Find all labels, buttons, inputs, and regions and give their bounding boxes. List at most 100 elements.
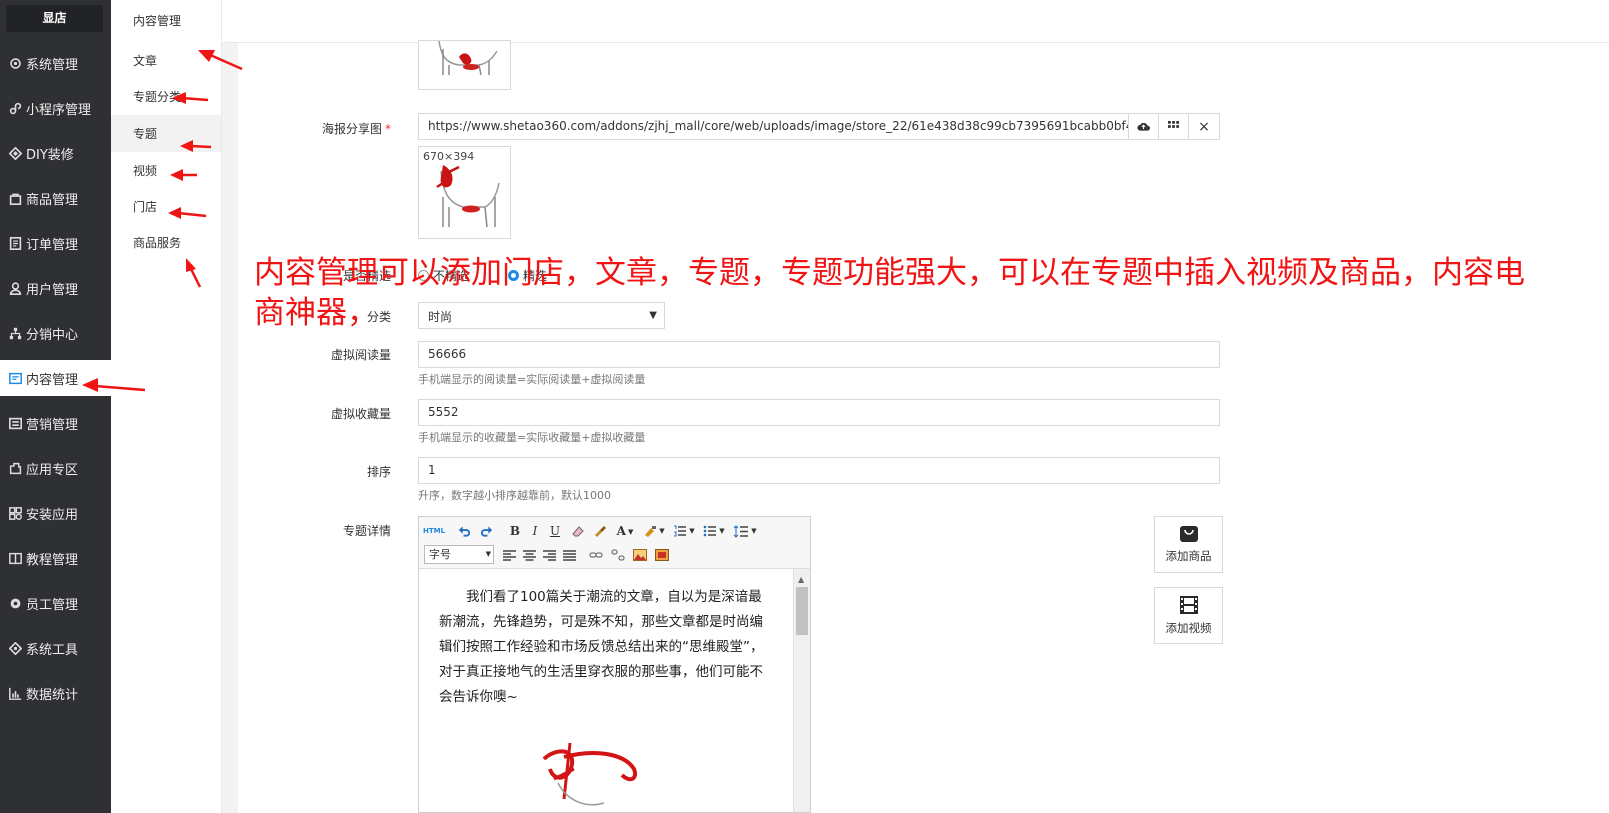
sidebar-item-marketing[interactable]: 营销管理 [0,405,111,441]
brand-logo[interactable]: 显店 [6,5,103,32]
editor-toolbar: HTML B I U A ▼ ▼ ▼ ▼ ▼ 字号 ▼ [419,517,810,569]
gear-icon [8,56,22,70]
sidebar-item-label: 用户管理 [26,282,79,298]
content-gutter [222,43,238,813]
cloud-upload-icon [1137,122,1150,131]
add-video-button[interactable]: 添加视频 [1154,587,1223,644]
previous-image-thumbnail[interactable] [418,40,511,90]
image-icon [633,549,647,561]
sort-input[interactable]: 1 [418,457,1220,484]
html-source-button[interactable]: HTML [423,522,445,540]
align-right-icon [542,549,556,561]
grid-icon [1168,121,1179,128]
sidebar-item-label: 数据统计 [26,687,79,703]
scrollbar-thumb[interactable] [796,587,808,635]
caret-down-icon: ▼ [719,527,725,535]
insert-image-button[interactable] [631,546,649,564]
sidebar-item-diy[interactable]: DIY装修 [0,135,111,171]
sidebar-item-content[interactable]: 内容管理 [0,360,111,396]
format-painter-button[interactable] [591,522,609,540]
network-icon [8,326,22,340]
sidebar-item-stats[interactable]: 数据统计 [0,675,111,711]
poster-thumbnail[interactable]: 670×394 [418,146,511,239]
shoe-image [438,41,498,76]
tools-icon [8,641,22,655]
bag-icon [8,191,22,205]
italic-button[interactable]: I [527,522,543,540]
undo-button[interactable] [455,522,473,540]
add-goods-button[interactable]: 添加商品 [1154,516,1223,573]
insert-link-button[interactable] [587,546,605,564]
clear-button[interactable]: × [1188,113,1220,140]
sidebar-item-staff[interactable]: 员工管理 [0,585,111,621]
category-label: 分类 [366,310,391,324]
sidebar-item-label: DIY装修 [26,147,74,163]
line-height-button[interactable]: ▼ [731,522,759,540]
caret-down-icon: ▼ [751,527,757,535]
unordered-list-button[interactable]: ▼ [701,522,727,540]
radio-option-featured[interactable]: 精选 [508,267,547,284]
sidebar-item-goods[interactable]: 商品管理 [0,180,111,216]
sort-label: 排序 [366,465,391,479]
select-from-library-button[interactable] [1158,113,1189,140]
main-sidebar: 显店 系统管理 小程序管理 DIY装修 商品管理 订单管理 用户管理 分销中心 … [0,0,111,813]
sidebar-item-install[interactable]: 安装应用 [0,495,111,531]
align-center-button[interactable] [521,546,537,564]
underline-button[interactable]: U [547,522,563,540]
radio-option-not-featured[interactable]: 不精选 [418,267,469,284]
poster-url-input[interactable]: https://www.shetao360.com/addons/zjhj_ma… [418,113,1129,140]
virtual-favorite-input[interactable]: 5552 [418,399,1220,426]
book-icon [8,551,22,565]
diamond-icon [8,146,22,160]
poster-label: 海报分享图 * [321,122,391,136]
eraser-button[interactable] [569,522,587,540]
insert-media-button[interactable] [653,546,671,564]
sidebar-item-user[interactable]: 用户管理 [0,270,111,306]
redo-button[interactable] [477,522,495,540]
sidebar-item-order[interactable]: 订单管理 [0,225,111,261]
background-color-button[interactable]: ▼ [641,522,667,540]
shoe-image [542,742,637,806]
topic-detail-label: 专题详情 [342,524,391,538]
chart-icon [8,686,22,700]
submenu-item-topic[interactable]: 专题 [111,115,221,152]
sidebar-item-tutorial[interactable]: 教程管理 [0,540,111,576]
ordered-list-button[interactable]: ▼ [671,522,697,540]
category-select[interactable]: 时尚 ▼ [418,302,665,329]
editor-scrollbar[interactable]: ▲ [793,569,810,812]
submenu-item-article[interactable]: 文章 [111,42,221,79]
align-center-icon [522,549,536,561]
user-icon [8,281,22,295]
ordered-list-icon [674,525,687,537]
scroll-up-icon[interactable]: ▲ [798,575,804,584]
bold-button[interactable]: B [507,522,523,540]
submenu-item-store[interactable]: 门店 [111,188,221,225]
align-right-button[interactable] [541,546,557,564]
film-icon [1179,596,1198,614]
caret-down-icon: ▼ [659,527,665,535]
align-left-button[interactable] [501,546,517,564]
virtual-read-input[interactable]: 56666 [418,341,1220,368]
sidebar-item-tools[interactable]: 系统工具 [0,630,111,666]
submenu-item-video[interactable]: 视频 [111,152,221,189]
sidebar-item-miniapp[interactable]: 小程序管理 [0,90,111,126]
submenu-title: 内容管理 [133,14,182,28]
top-bar [222,0,1609,43]
sidebar-item-label: 订单管理 [26,237,79,253]
submenu-item-goods-service[interactable]: 商品服务 [111,224,221,261]
font-size-select[interactable]: 字号 ▼ [424,545,494,564]
upload-button[interactable] [1128,113,1159,140]
font-color-button[interactable]: A ▼ [613,522,637,540]
close-icon: × [1198,118,1210,135]
align-justify-button[interactable] [561,546,577,564]
sidebar-item-system[interactable]: 系统管理 [0,45,111,81]
sidebar-item-label: 分销中心 [26,327,79,343]
sidebar-item-label: 系统工具 [26,642,79,658]
page-root: 显店 系统管理 小程序管理 DIY装修 商品管理 订单管理 用户管理 分销中心 … [0,0,1609,813]
unlink-button[interactable] [609,546,627,564]
sidebar-item-distribution[interactable]: 分销中心 [0,315,111,351]
submenu-item-topic-category[interactable]: 专题分类 [111,78,221,115]
staff-icon [8,596,22,610]
editor-content-area[interactable]: 我们看了100篇关于潮流的文章，自以为是深谙最新潮流，先锋趋势，可是殊不知，那些… [419,569,792,812]
sidebar-item-app-zone[interactable]: 应用专区 [0,450,111,486]
